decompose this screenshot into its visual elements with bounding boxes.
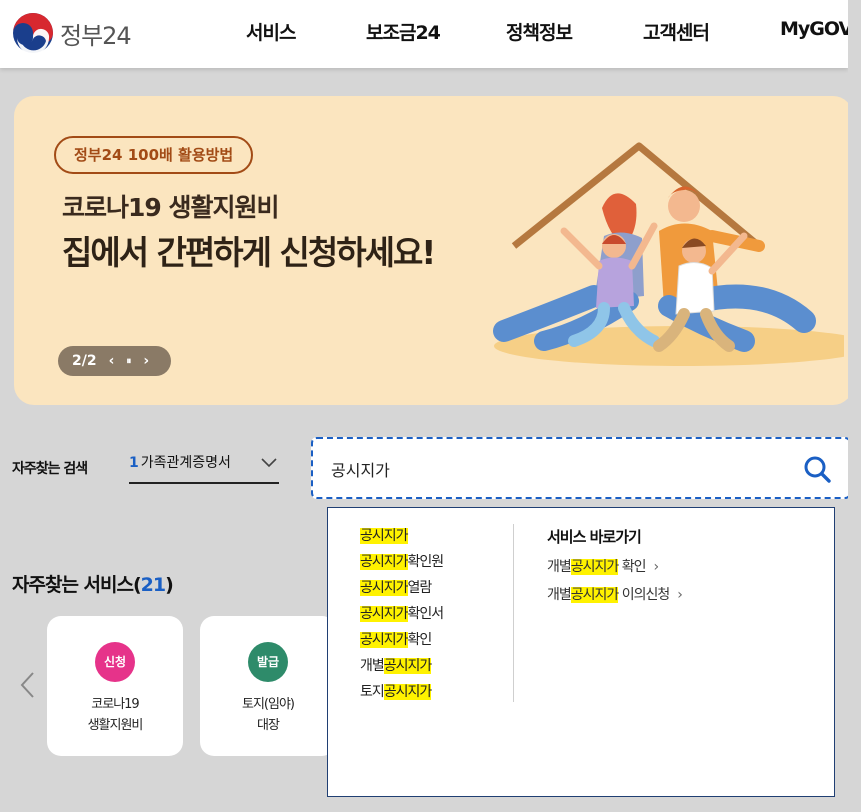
suggest-list: 공시지가 공시지가확인원 공시지가열람 공시지가확인서 공시지가확인 개별공시지… <box>360 526 444 708</box>
hero-banner[interactable]: 정부24 100배 활용방법 코로나19 생활지원비 집에서 간편하게 신청하세… <box>14 96 848 405</box>
service-card[interactable]: 발급 토지(임야) 대장 <box>200 616 336 756</box>
card-name-line1: 코로나19 <box>91 697 139 712</box>
chevron-right-icon: › <box>653 559 660 575</box>
suggest-item[interactable]: 공시지가 <box>360 526 443 552</box>
search-box <box>311 437 848 499</box>
banner-badge: 정부24 100배 활용방법 <box>54 136 254 174</box>
nav-item-customer-center[interactable]: 고객센터 <box>643 18 710 45</box>
banner-subtitle: 코로나19 생활지원비 <box>62 193 279 222</box>
suggest-divider <box>513 524 514 702</box>
service-shortcuts-title: 서비스 바로가기 <box>547 528 642 546</box>
search-suggest-dropdown: 공시지가 공시지가확인원 공시지가열람 공시지가확인서 공시지가확인 개별공시지… <box>327 507 835 797</box>
family-house-illustration <box>493 142 844 366</box>
service-card[interactable]: 신청 코로나19 생활지원비 <box>47 616 183 756</box>
card-name-line2: 생활지원비 <box>87 718 144 733</box>
suggest-item[interactable]: 토지공시지가 <box>360 682 443 708</box>
chevron-left-icon[interactable] <box>18 670 38 700</box>
banner-pause-button[interactable]: ⏸ <box>126 356 131 367</box>
chevron-right-icon: › <box>677 587 683 603</box>
main-nav: 서비스 보조금24 정책정보 고객센터 MyGOV <box>0 18 848 48</box>
issue-badge: 발급 <box>248 642 288 682</box>
banner-title: 집에서 간편하게 신청하세요! <box>62 233 436 272</box>
banner-prev-button[interactable]: ‹ <box>109 353 115 369</box>
service-shortcut-link[interactable]: 개별공시지가 확인 › <box>547 556 682 584</box>
chevron-down-icon <box>261 458 277 468</box>
suggest-item[interactable]: 공시지가열람 <box>360 578 443 604</box>
site-header: 정부24 서비스 보조금24 정책정보 고객센터 MyGOV <box>0 0 848 68</box>
favorites-title-text: 자주찾는 서비스( <box>12 574 142 596</box>
nav-item-policy-info[interactable]: 정책정보 <box>506 18 573 45</box>
suggest-item[interactable]: 개별공시지가 <box>360 656 443 682</box>
select-value: 가족관계증명서 <box>140 455 231 471</box>
frequent-search-label: 자주찾는 검색 <box>12 461 88 477</box>
search-icon[interactable] <box>803 455 831 483</box>
apply-badge: 신청 <box>95 642 135 682</box>
suggest-item[interactable]: 공시지가확인원 <box>360 552 444 578</box>
favorites-count: 21 <box>140 574 166 596</box>
nav-item-services[interactable]: 서비스 <box>246 18 296 45</box>
search-input[interactable] <box>329 455 773 483</box>
card-name-line2: 대장 <box>257 718 280 733</box>
service-card-name: 코로나19 생활지원비 <box>47 694 183 736</box>
service-shortcut-link[interactable]: 개별공시지가 이의신청 › <box>547 584 683 612</box>
suggest-item[interactable]: 공시지가확인 <box>360 630 443 656</box>
favorite-services-title: 자주찾는 서비스(21) <box>12 570 174 597</box>
nav-item-mygov[interactable]: MyGOV <box>780 18 848 40</box>
suggest-item[interactable]: 공시지가확인서 <box>360 604 444 630</box>
card-name-line1: 토지(임야) <box>242 697 295 712</box>
page-scrollbar[interactable] <box>848 0 861 812</box>
service-shortcuts: 서비스 바로가기 개별공시지가 확인 › 개별공시지가 이의신청 › <box>547 526 683 612</box>
service-card-name: 토지(임야) 대장 <box>200 694 336 736</box>
banner-pager-count: 2/2 <box>72 353 97 369</box>
frequent-search-select[interactable]: 1 가족관계증명서 <box>129 452 279 484</box>
banner-next-button[interactable]: › <box>143 353 149 369</box>
page: 정부24 서비스 보조금24 정책정보 고객센터 MyGOV 정부24 100배… <box>0 0 848 812</box>
favorites-title-close: ) <box>165 574 174 596</box>
nav-item-subsidy24[interactable]: 보조금24 <box>366 18 441 45</box>
banner-pager: 2/2 ‹ ⏸ › <box>58 346 171 376</box>
select-rank: 1 <box>129 455 139 471</box>
